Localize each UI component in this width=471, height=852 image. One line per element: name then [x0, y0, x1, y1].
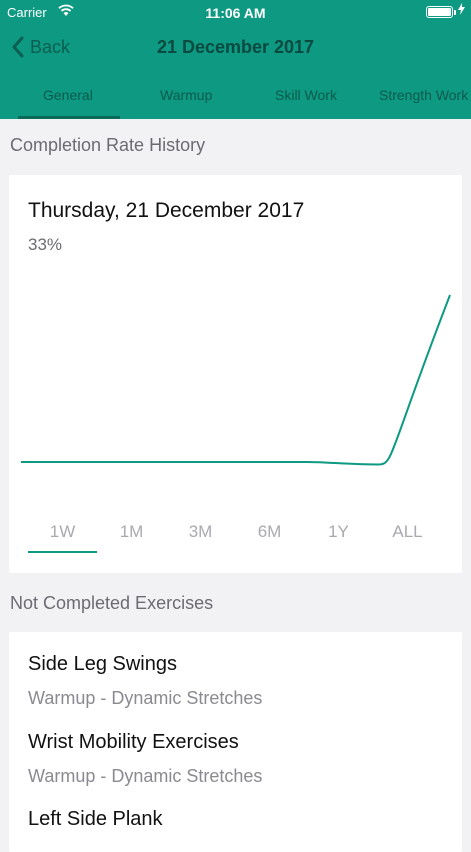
- exercise-category: Warmup - Dynamic Stretches: [28, 766, 263, 786]
- range-1m[interactable]: 1M: [97, 522, 166, 542]
- chart-date-title: Thursday, 21 December 2017: [28, 199, 305, 222]
- exercise-name[interactable]: Wrist Mobility Exercises: [28, 731, 239, 754]
- status-bar: Carrier 11:06 AM: [0, 0, 471, 24]
- not-completed-list: Side Leg Swings Warmup - Dynamic Stretch…: [9, 632, 462, 852]
- exercise-name[interactable]: Side Leg Swings: [28, 653, 177, 676]
- exercise-category: Warmup - Dynamic Stretches: [28, 688, 263, 708]
- tab-bar: General Warmup Skill Work Strength Work: [0, 72, 471, 119]
- navigation-bar: Back 21 December 2017: [0, 24, 471, 72]
- completion-chart-card: Thursday, 21 December 2017 33% 1W 1M 3M …: [9, 175, 462, 573]
- range-1y[interactable]: 1Y: [304, 522, 373, 542]
- completion-line-chart: [21, 294, 451, 466]
- tab-selected-indicator: [18, 116, 120, 119]
- section-title-history: Completion Rate History: [10, 135, 206, 155]
- tab-skill-work[interactable]: Skill Work: [275, 87, 337, 103]
- range-3m[interactable]: 3M: [166, 522, 235, 542]
- completion-rate-line: [21, 294, 451, 466]
- exercise-name[interactable]: Left Side Plank: [28, 808, 163, 831]
- tab-strength-work[interactable]: Strength Work: [379, 87, 468, 103]
- app-header: Carrier 11:06 AM Back 21 December 2017 G…: [0, 0, 471, 119]
- battery-icon: [426, 6, 456, 18]
- tab-general[interactable]: General: [43, 87, 93, 103]
- section-title-not-completed: Not Completed Exercises: [10, 593, 214, 613]
- range-all[interactable]: ALL: [373, 522, 442, 542]
- tab-warmup[interactable]: Warmup: [160, 87, 212, 103]
- chart-value: 33%: [28, 235, 63, 254]
- range-selector: 1W 1M 3M 6M 1Y ALL: [9, 522, 462, 562]
- range-6m[interactable]: 6M: [235, 522, 304, 542]
- page-title: 21 December 2017: [156, 37, 315, 57]
- charging-bolt-icon: [458, 3, 465, 18]
- range-1w[interactable]: 1W: [28, 522, 97, 542]
- status-time: 11:06 AM: [205, 5, 266, 21]
- range-selected-indicator: [28, 551, 97, 553]
